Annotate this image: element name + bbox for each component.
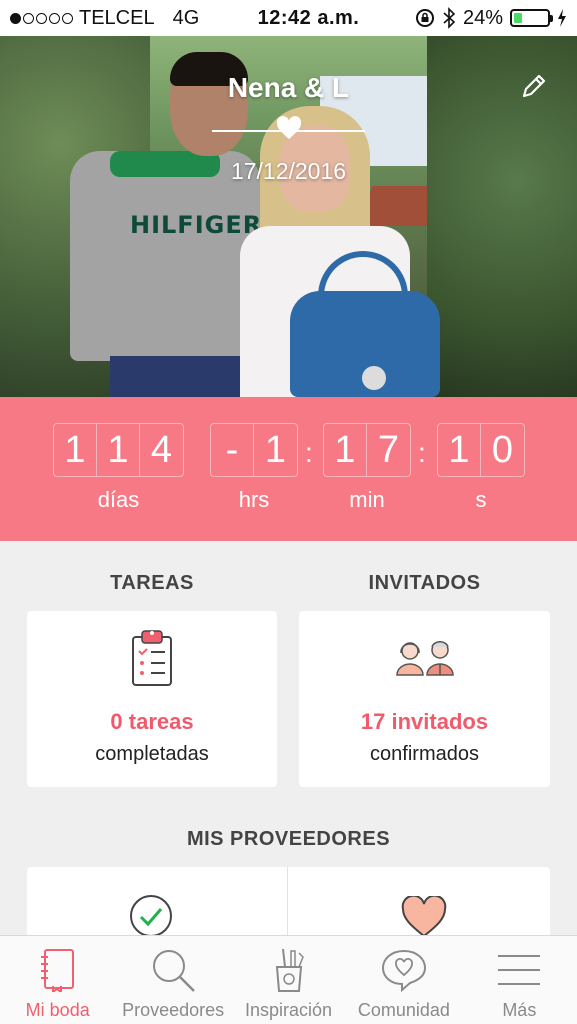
tab-label: Proveedores: [122, 1000, 225, 1020]
battery-percent: 24%: [462, 6, 503, 29]
countdown-seconds: 1 0: [437, 423, 525, 477]
signal-dot: [10, 12, 21, 24]
heart-icon: [401, 896, 447, 938]
status-bar: TELCEL 4G 12:42 a.m. 24%: [0, 0, 577, 36]
bluetooth-icon: [443, 7, 456, 29]
countdown-digit: -: [211, 424, 254, 476]
countdown-days-label: días: [97, 487, 140, 512]
providers-heading: MIS PROVEEDORES: [186, 828, 391, 850]
carrier-name: TELCEL: [79, 6, 155, 29]
status-left: TELCEL 4G: [10, 7, 220, 30]
countdown-minutes: 1 7: [323, 423, 411, 477]
signal-dot: [49, 12, 60, 24]
chat-heart-icon: [380, 946, 428, 994]
tab-comunidad[interactable]: Comunidad: [346, 936, 461, 1024]
tab-inspiracion[interactable]: Inspiración: [231, 936, 346, 1024]
guests-icon: [396, 641, 454, 676]
couple-name: Nena & L: [227, 72, 350, 103]
tab-mi-boda[interactable]: Mi boda: [0, 936, 115, 1024]
countdown-digit: 0: [491, 428, 514, 471]
countdown-digit: 7: [377, 428, 400, 471]
battery-icon: [510, 9, 553, 27]
guests-sub: confirmados: [370, 743, 479, 765]
signal-dot: [62, 12, 73, 24]
signal-dot: [36, 12, 47, 24]
check-circle-icon: [130, 895, 172, 937]
pencil-icon: [522, 74, 546, 98]
countdown-digit: 1: [264, 428, 287, 471]
countdown-digit: 1: [324, 424, 367, 476]
countdown-seconds-label: s: [475, 487, 487, 512]
couple-photo: HILFIGER Nena & L 17/12/2016: [0, 36, 577, 397]
tasks-card[interactable]: 0 tareas completadas: [27, 611, 277, 787]
countdown-minutes-label: min: [349, 487, 385, 512]
network-type: 4G: [172, 6, 200, 29]
tasks-heading: TAREAS: [110, 572, 194, 594]
countdown-colon: :: [305, 437, 313, 468]
countdown-digit: 1: [438, 424, 481, 476]
tools-icon: [265, 946, 313, 994]
countdown-panel: 1 1 4 - 1 : 1 7 : 1 0 días hrs min s: [0, 397, 577, 541]
photo-bag-charm: [362, 366, 386, 390]
charging-bolt-icon: [558, 9, 566, 27]
edit-button[interactable]: [516, 68, 552, 104]
menu-icon: [495, 946, 543, 994]
tab-label: Más: [502, 1000, 537, 1020]
clipboard-icon: [132, 630, 172, 686]
countdown-digit: 4: [150, 428, 173, 471]
guests-count: 17 invitados: [360, 709, 489, 734]
countdown-hours: - 1: [210, 423, 298, 477]
tab-bar: Mi boda Proveedores Inspiración Comunida…: [0, 935, 577, 1024]
signal-strength-icon: [10, 12, 73, 24]
rotation-lock-icon: [415, 9, 434, 27]
heart-icon: [276, 116, 302, 139]
guests-card[interactable]: 17 invitados confirmados: [299, 611, 550, 787]
countdown-hours-label: hrs: [238, 487, 270, 512]
tab-label: Inspiración: [244, 1000, 333, 1020]
tab-label: Comunidad: [357, 1000, 450, 1020]
status-time: 12:42 a.m.: [257, 6, 360, 29]
guests-heading: INVITADOS: [368, 572, 481, 594]
tab-label: Mi boda: [25, 1000, 90, 1020]
countdown-colon: :: [418, 437, 426, 468]
signal-dot: [23, 12, 34, 24]
photo-person-groom: HILFIGER: [70, 52, 261, 397]
notebook-icon: [34, 946, 82, 994]
countdown-days: 1 1 4: [53, 423, 184, 477]
countdown-digit: 1: [54, 424, 97, 476]
tab-proveedores[interactable]: Proveedores: [115, 936, 230, 1024]
tasks-sub: completadas: [95, 743, 209, 765]
countdown-digit: 1: [97, 424, 140, 476]
tab-mas[interactable]: Más: [462, 936, 577, 1024]
tasks-count: 0 tareas: [110, 709, 194, 734]
wedding-date: 17/12/2016: [230, 158, 347, 184]
status-right: 24%: [397, 7, 567, 30]
battery-fill: [514, 13, 522, 23]
photo-pants: [110, 356, 250, 397]
search-icon: [149, 946, 197, 994]
